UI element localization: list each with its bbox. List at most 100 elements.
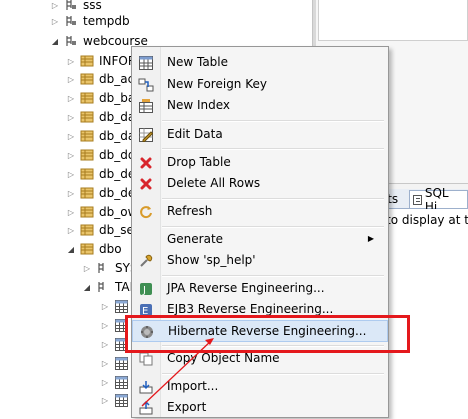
new-table-icon [138, 55, 154, 71]
menu-item-jpa-reverse-engineering[interactable]: J JPA Reverse Engineering... [132, 278, 388, 300]
expand-arrow-icon[interactable]: ▷ [66, 169, 76, 179]
menu-item-delete-all-rows[interactable]: Delete All Rows [132, 173, 388, 195]
expand-arrow-icon[interactable]: ▷ [66, 225, 76, 235]
tree-item-schema[interactable]: ▷ db_da [66, 108, 135, 126]
expand-arrow-icon[interactable]: ▷ [66, 74, 76, 84]
editor-pane [318, 0, 468, 41]
table-icon [114, 375, 128, 389]
menu-item-label: Export [167, 400, 207, 414]
tree-item-label: dbo [99, 242, 122, 256]
menu-item-label: EJB3 Reverse Engineering... [167, 302, 334, 316]
sql-history-icon [413, 194, 422, 205]
tree-item-schema[interactable]: ▷ db_ac [66, 70, 134, 88]
schema-icon [80, 91, 94, 105]
tree-item-dbo[interactable]: ◢ dbo [66, 240, 122, 258]
tree-item-table[interactable]: ▷ [100, 297, 133, 315]
collapse-arrow-icon[interactable]: ◢ [66, 244, 76, 254]
expand-arrow-icon[interactable]: ▷ [66, 93, 76, 103]
folder-icon [96, 261, 110, 275]
menu-item-show-sp-help[interactable]: Show 'sp_help' [132, 250, 388, 272]
expand-arrow-icon[interactable]: ▷ [50, 0, 60, 10]
schema-icon [80, 167, 94, 181]
schema-icon [80, 242, 94, 256]
tree-item-table[interactable]: ▷ [100, 391, 133, 408]
svg-text:J: J [142, 285, 146, 296]
tree-item-schema[interactable]: ▷ db_ba [66, 89, 135, 107]
tree-item-table[interactable]: ▷ [100, 354, 133, 372]
expand-arrow-icon[interactable]: ▷ [100, 395, 110, 405]
tree-item-label: db_ac [99, 72, 135, 86]
menu-item-refresh[interactable]: Refresh [132, 201, 388, 223]
tree-item-label: db_de [99, 167, 136, 181]
tree-item-schema[interactable]: ▷ db_dd [66, 146, 136, 164]
tab-sql-history[interactable]: SQL Hi [409, 186, 468, 214]
annotation-highlight-box [125, 315, 410, 353]
collapse-arrow-icon[interactable]: ◢ [82, 282, 92, 292]
menu-item-label: Copy Object Name [167, 351, 280, 365]
schema-icon [80, 186, 94, 200]
tree-item-schema[interactable]: ▷ db_da [66, 127, 135, 145]
expand-arrow-icon[interactable]: ▷ [66, 56, 76, 66]
schema-icon [80, 129, 94, 143]
expand-arrow-icon[interactable]: ▷ [50, 16, 60, 26]
schema-icon [80, 223, 94, 237]
tree-item-tempdb[interactable]: ▷ tempdb [50, 12, 130, 30]
expand-arrow-icon[interactable]: ▷ [66, 112, 76, 122]
tree-item-schema[interactable]: ▷ db_se [66, 221, 134, 239]
menu-item-label: Import... [167, 379, 219, 393]
menu-item-new-foreign-key[interactable]: New Foreign Key [132, 74, 388, 96]
tree-item-schema[interactable]: ▷ INFOR [66, 52, 136, 70]
export-icon [138, 400, 154, 416]
expand-arrow-icon[interactable]: ▷ [66, 150, 76, 160]
menu-item-import[interactable]: Import... [132, 376, 388, 398]
tree-item-label: db_da [99, 110, 136, 124]
menu-item-export[interactable]: Export [132, 397, 388, 419]
tree-item-schema[interactable]: ▷ db_de [66, 165, 135, 183]
tree-item-schema[interactable]: ▷ db_de [66, 184, 135, 202]
menu-item-generate[interactable]: Generate ▶ [132, 229, 388, 251]
expand-arrow-icon[interactable]: ▷ [82, 263, 92, 273]
expand-arrow-icon[interactable]: ▷ [66, 207, 76, 217]
tree-item-sys-folder[interactable]: ▷ SYS [82, 259, 138, 277]
expand-arrow-icon[interactable]: ▷ [66, 188, 76, 198]
expand-arrow-icon[interactable]: ▷ [100, 358, 110, 368]
schema-icon [80, 72, 94, 86]
tree-item-label: sss [83, 0, 102, 12]
expand-arrow-icon[interactable]: ▷ [100, 301, 110, 311]
tree-item-table[interactable]: ▷ [100, 373, 133, 391]
expand-arrow-icon[interactable]: ▷ [100, 320, 110, 330]
tree-item-label: db_de [99, 186, 136, 200]
menu-item-label: New Index [167, 98, 231, 112]
table-icon [114, 356, 128, 370]
tree-item-label: db_se [99, 223, 134, 237]
schema-icon [80, 205, 94, 219]
tree-item-label: tempdb [83, 14, 130, 28]
expand-arrow-icon[interactable]: ▷ [66, 131, 76, 141]
context-menu: New Table New Foreign Key New Index Edit… [131, 46, 389, 418]
menu-item-label: Show 'sp_help' [167, 253, 256, 267]
expand-arrow-icon[interactable]: ▷ [100, 339, 110, 349]
menu-item-edit-data[interactable]: Edit Data [132, 124, 388, 146]
menu-item-new-index[interactable]: New Index [132, 95, 388, 117]
menu-separator [162, 198, 384, 200]
menu-item-label: Edit Data [167, 127, 223, 141]
database-icon [64, 14, 78, 28]
delete-rows-icon [138, 176, 154, 192]
menu-separator [162, 373, 384, 375]
menu-item-label: New Foreign Key [167, 77, 267, 91]
schema-icon [80, 148, 94, 162]
schema-icon [80, 110, 94, 124]
menu-item-new-table[interactable]: New Table [132, 52, 388, 74]
edit-data-icon [138, 127, 154, 143]
collapse-arrow-icon[interactable]: ◢ [50, 36, 60, 46]
menu-separator [162, 120, 384, 122]
menu-item-label: Delete All Rows [167, 176, 261, 190]
folder-icon [96, 280, 110, 294]
tree-item-tables-folder[interactable]: ◢ TAI [82, 278, 133, 296]
expand-arrow-icon[interactable]: ▷ [100, 377, 110, 387]
menu-item-drop-table[interactable]: Drop Table [132, 152, 388, 174]
menu-separator [162, 226, 384, 228]
menu-item-label: Refresh [167, 204, 213, 218]
tree-item-schema[interactable]: ▷ db_ow [66, 203, 137, 221]
database-icon [64, 34, 78, 48]
